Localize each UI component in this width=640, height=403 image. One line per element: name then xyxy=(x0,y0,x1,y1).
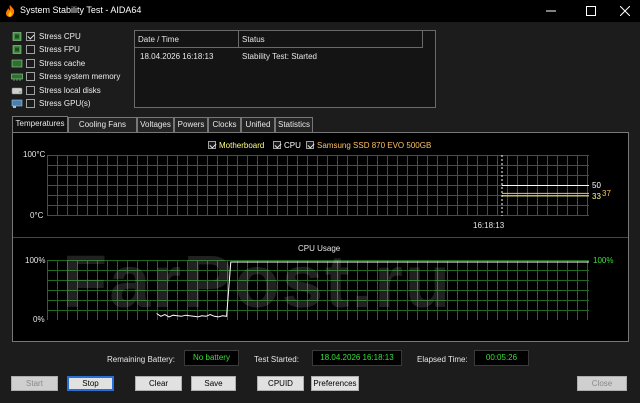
tab-clocks[interactable]: Clocks xyxy=(208,117,241,132)
row-datetime: 18.04.2026 16:18:13 xyxy=(140,52,214,61)
stress-memory-checkbox[interactable] xyxy=(26,71,35,81)
stress-disks-checkbox[interactable] xyxy=(26,85,35,95)
stop-button[interactable]: Stop xyxy=(67,376,114,391)
minimize-button[interactable] xyxy=(536,0,566,22)
close-window-button[interactable] xyxy=(610,0,640,22)
close-button[interactable]: Close xyxy=(577,376,627,391)
minimize-icon xyxy=(546,10,556,12)
stress-fpu-option[interactable]: Stress FPU xyxy=(11,43,80,55)
table-row[interactable]: 18.04.2026 16:18:13 Stability Test: Star… xyxy=(135,52,435,64)
stress-gpu-checkbox[interactable] xyxy=(26,98,35,108)
status-table-header: Date / Time Status xyxy=(135,31,423,48)
legend-ssd[interactable]: Samsung SSD 870 EVO 500GB xyxy=(306,139,431,151)
stress-cpu-checkbox[interactable] xyxy=(26,31,35,41)
clear-button[interactable]: Clear xyxy=(135,376,182,391)
legend-ssd-label: Samsung SSD 870 EVO 500GB xyxy=(317,140,432,150)
cache-icon xyxy=(11,59,23,67)
maximize-button[interactable] xyxy=(576,0,606,22)
test-started-value: 18.04.2026 16:18:13 xyxy=(312,350,402,366)
stress-gpu-option[interactable]: Stress GPU(s) xyxy=(11,97,91,109)
temperature-graph-canvas xyxy=(47,155,589,216)
save-button[interactable]: Save xyxy=(191,376,236,391)
title-bar: System Stability Test - AIDA64 xyxy=(0,0,640,22)
legend-cpu-label: CPU xyxy=(284,140,301,150)
gpu-icon xyxy=(11,99,23,108)
watermark-logo: FarPost.ru xyxy=(62,240,453,323)
cpu-y-min-label: 0% xyxy=(33,315,45,324)
cpu-usage-value: 100% xyxy=(593,256,614,265)
temp-y-min-label: 0°C xyxy=(30,211,44,220)
legend-cpu[interactable]: CPU xyxy=(273,139,301,151)
stress-cpu-option[interactable]: Stress CPU xyxy=(11,30,81,42)
stress-cache-option[interactable]: Stress cache xyxy=(11,57,85,69)
cpu-icon xyxy=(12,31,22,41)
legend-ssd-checkbox[interactable] xyxy=(306,141,314,149)
stress-fpu-checkbox[interactable] xyxy=(26,44,35,54)
stress-memory-label: Stress system memory xyxy=(39,71,121,81)
elapsed-time-value: 00:05:26 xyxy=(474,350,529,366)
maximize-icon xyxy=(586,6,596,16)
column-header-datetime[interactable]: Date / Time xyxy=(138,35,179,44)
legend-cpu-checkbox[interactable] xyxy=(273,141,281,149)
legend-motherboard[interactable]: Motherboard xyxy=(208,139,264,151)
stress-cpu-label: Stress CPU xyxy=(39,31,81,41)
graph-divider xyxy=(13,237,628,238)
battery-value: No battery xyxy=(184,350,239,366)
legend-motherboard-label: Motherboard xyxy=(219,140,265,150)
test-started-label: Test Started: xyxy=(254,355,299,364)
tab-temperatures[interactable]: Temperatures xyxy=(12,116,68,132)
row-status: Stability Test: Started xyxy=(242,52,317,61)
preferences-button[interactable]: Preferences xyxy=(311,376,359,391)
temperature-graph xyxy=(47,155,589,216)
column-header-status[interactable]: Status xyxy=(242,35,265,44)
cpu-temp-value: 50 xyxy=(592,181,601,190)
status-log-table[interactable]: Date / Time Status 18.04.2026 16:18:13 S… xyxy=(134,30,436,108)
cpu-y-max-label: 100% xyxy=(25,256,46,265)
stress-cache-checkbox[interactable] xyxy=(26,58,35,68)
legend-motherboard-checkbox[interactable] xyxy=(208,141,216,149)
disk-icon xyxy=(11,87,23,94)
stress-cache-label: Stress cache xyxy=(39,58,86,68)
ssd-temp-value: 37 xyxy=(602,189,611,198)
fpu-icon xyxy=(12,44,22,54)
memory-icon xyxy=(11,73,23,81)
tab-unified[interactable]: Unified xyxy=(241,117,275,132)
close-icon xyxy=(620,6,630,16)
flame-icon xyxy=(6,5,15,17)
cpuid-button[interactable]: CPUID xyxy=(257,376,304,391)
motherboard-temp-value: 33 xyxy=(592,192,601,201)
tab-cooling-fans[interactable]: Cooling Fans xyxy=(68,117,137,132)
start-button[interactable]: Start xyxy=(11,376,58,391)
window-title: System Stability Test - AIDA64 xyxy=(20,5,142,15)
elapsed-time-label: Elapsed Time: xyxy=(417,355,468,364)
temp-y-max-label: 100°C xyxy=(23,150,46,159)
stress-disks-option[interactable]: Stress local disks xyxy=(11,84,101,96)
stress-memory-option[interactable]: Stress system memory xyxy=(11,70,120,82)
battery-label: Remaining Battery: xyxy=(107,355,176,364)
stress-fpu-label: Stress FPU xyxy=(39,44,80,54)
stress-disks-label: Stress local disks xyxy=(39,85,101,95)
tab-powers[interactable]: Powers xyxy=(174,117,208,132)
tab-voltages[interactable]: Voltages xyxy=(137,117,174,132)
stress-gpu-label: Stress GPU(s) xyxy=(39,98,91,108)
temp-x-time-label: 16:18:13 xyxy=(473,221,505,230)
tab-statistics[interactable]: Statistics xyxy=(275,117,313,132)
